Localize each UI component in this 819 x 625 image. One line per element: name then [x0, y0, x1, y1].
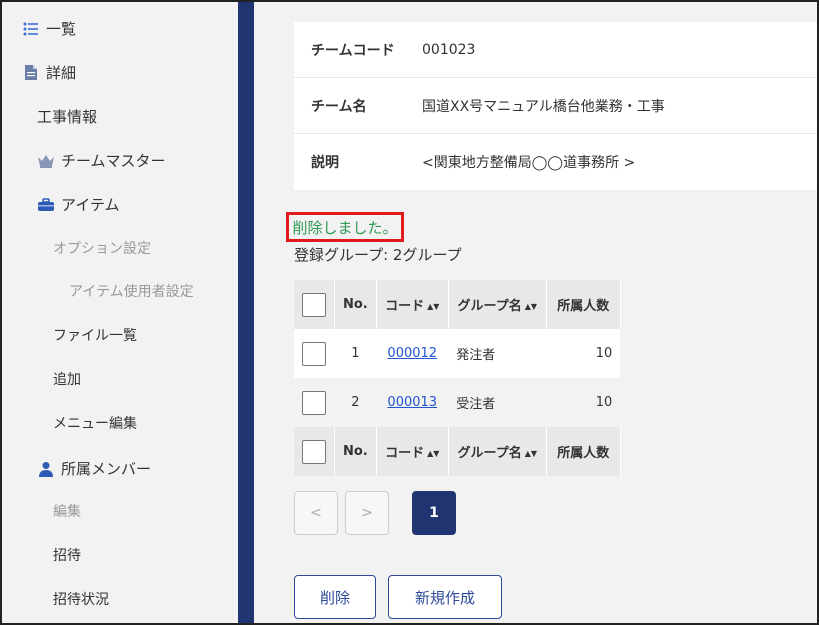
sidebar-item-team-master[interactable]: チームマスター — [37, 150, 166, 171]
table-row: 2 000013 受注者 10 — [294, 378, 621, 427]
header-checkbox-cell — [294, 280, 335, 329]
row-no: 2 — [334, 378, 377, 427]
sidebar-divider — [238, 2, 254, 623]
header-code-label: コード — [385, 299, 425, 314]
header-group-name[interactable]: グループ名 ▲▼ — [448, 280, 547, 329]
sidebar: 一覧 詳細 工事情報 チームマスター アイテム オプション設定 アイテム使用者設… — [2, 2, 238, 623]
row-member-count: 10 — [546, 329, 621, 378]
footer-no: No. — [334, 427, 377, 476]
person-icon — [37, 460, 55, 478]
select-all-checkbox[interactable] — [302, 292, 326, 317]
sidebar-item-item-user-settings[interactable]: アイテム使用者設定 — [69, 281, 194, 301]
main-content: チームコード 001023 チーム名 国道XX号マニュアル橋台他業務・工事 説明… — [254, 2, 817, 623]
next-page-button[interactable]: > — [345, 491, 389, 535]
team-info-card: チームコード 001023 チーム名 国道XX号マニュアル橋台他業務・工事 説明… — [294, 22, 817, 190]
list-icon — [22, 20, 40, 38]
delete-success-notice: 削除しました。 — [286, 212, 404, 242]
team-name-row: チーム名 国道XX号マニュアル橋台他業務・工事 — [294, 78, 817, 134]
sidebar-item-list[interactable]: 一覧 — [22, 18, 76, 39]
sort-icon: ▲▼ — [427, 449, 440, 458]
select-all-checkbox-footer[interactable] — [302, 439, 326, 464]
delete-button[interactable]: 削除 — [294, 575, 376, 619]
pagination: < > 1 — [294, 491, 463, 535]
sidebar-item-add[interactable]: 追加 — [53, 369, 81, 389]
row-code-cell: 000012 — [376, 329, 449, 378]
sidebar-item-label: オプション設定 — [53, 241, 151, 257]
table-header-row: No. コード ▲▼ グループ名 ▲▼ 所属人数 — [294, 280, 621, 329]
row-group-name: 受注者 — [448, 378, 547, 427]
team-code-label: チームコード — [311, 42, 395, 59]
sidebar-item-label: 編集 — [53, 504, 81, 520]
sidebar-item-label: 招待状況 — [53, 592, 109, 608]
row-checkbox[interactable] — [302, 390, 327, 415]
crown-icon — [37, 152, 55, 170]
sort-icon: ▲▼ — [524, 449, 538, 458]
row-member-count: 10 — [546, 378, 621, 427]
sidebar-item-invite-status[interactable]: 招待状況 — [53, 589, 109, 609]
sidebar-item-invite[interactable]: 招待 — [53, 545, 81, 565]
sidebar-item-label: 追加 — [53, 372, 81, 388]
team-code-row: チームコード 001023 — [294, 22, 817, 78]
team-description-label: 説明 — [311, 155, 339, 171]
table-footer-row: No. コード ▲▼ グループ名 ▲▼ 所属人数 — [294, 427, 621, 476]
page-1-button[interactable]: 1 — [412, 491, 456, 535]
prev-page-button[interactable]: < — [294, 491, 338, 535]
footer-member-count: 所属人数 — [546, 427, 621, 476]
sidebar-item-construction-info[interactable]: 工事情報 — [37, 106, 97, 127]
header-no: No. — [334, 280, 377, 329]
sidebar-item-label: メニュー編集 — [53, 416, 137, 432]
document-icon — [22, 64, 40, 82]
sidebar-item-label: アイテム — [61, 196, 120, 214]
sidebar-item-edit[interactable]: 編集 — [53, 501, 81, 521]
footer-group-name-label: グループ名 — [457, 446, 522, 461]
row-checkbox-cell — [294, 329, 335, 378]
table-row: 1 000012 発注者 10 — [294, 329, 621, 378]
footer-code-label: コード — [385, 446, 425, 461]
row-code-link[interactable]: 000013 — [387, 395, 437, 410]
sidebar-item-items[interactable]: アイテム — [37, 194, 120, 215]
team-name-label: チーム名 — [311, 98, 367, 115]
sidebar-item-option-settings[interactable]: オプション設定 — [53, 238, 151, 258]
team-name-value: 国道XX号マニュアル橋台他業務・工事 — [422, 98, 665, 115]
footer-checkbox-cell — [294, 427, 335, 476]
sidebar-item-label: アイテム使用者設定 — [69, 284, 194, 300]
toolbox-icon — [37, 196, 55, 214]
group-table: No. コード ▲▼ グループ名 ▲▼ 所属人数 1 000012 発注者 10 2 — [294, 280, 621, 476]
row-checkbox-cell — [294, 378, 335, 427]
sidebar-item-label: 招待 — [53, 548, 81, 564]
sidebar-item-members[interactable]: 所属メンバー — [37, 458, 151, 479]
row-no: 1 — [334, 329, 377, 378]
header-group-name-label: グループ名 — [457, 299, 522, 314]
create-new-button[interactable]: 新規作成 — [388, 575, 502, 619]
team-description-value: <関東地方整備局◯◯道事務所 > — [422, 155, 636, 171]
sort-icon: ▲▼ — [427, 302, 440, 311]
app-window: 一覧 詳細 工事情報 チームマスター アイテム オプション設定 アイテム使用者設… — [0, 0, 819, 625]
sort-icon: ▲▼ — [524, 302, 538, 311]
row-code-link[interactable]: 000012 — [387, 346, 437, 361]
team-code-value: 001023 — [422, 41, 476, 58]
row-code-cell: 000013 — [376, 378, 449, 427]
header-member-count: 所属人数 — [546, 280, 621, 329]
sidebar-item-label: 所属メンバー — [61, 460, 152, 478]
sidebar-item-label: 詳細 — [46, 64, 77, 82]
sidebar-item-label: 工事情報 — [37, 108, 98, 126]
sidebar-item-file-list[interactable]: ファイル一覧 — [53, 325, 137, 345]
footer-code[interactable]: コード ▲▼ — [376, 427, 449, 476]
header-code[interactable]: コード ▲▼ — [376, 280, 449, 329]
sidebar-item-label: チームマスター — [61, 152, 166, 170]
group-count-text: 登録グループ: 2グループ — [294, 246, 462, 264]
sidebar-item-menu-edit[interactable]: メニュー編集 — [53, 413, 137, 433]
sidebar-item-detail[interactable]: 詳細 — [22, 62, 76, 83]
row-group-name: 発注者 — [448, 329, 547, 378]
sidebar-item-label: ファイル一覧 — [53, 328, 137, 344]
row-checkbox[interactable] — [302, 341, 327, 366]
team-description-row: 説明 <関東地方整備局◯◯道事務所 > — [294, 134, 817, 190]
sidebar-item-label: 一覧 — [46, 20, 77, 38]
footer-group-name[interactable]: グループ名 ▲▼ — [448, 427, 547, 476]
